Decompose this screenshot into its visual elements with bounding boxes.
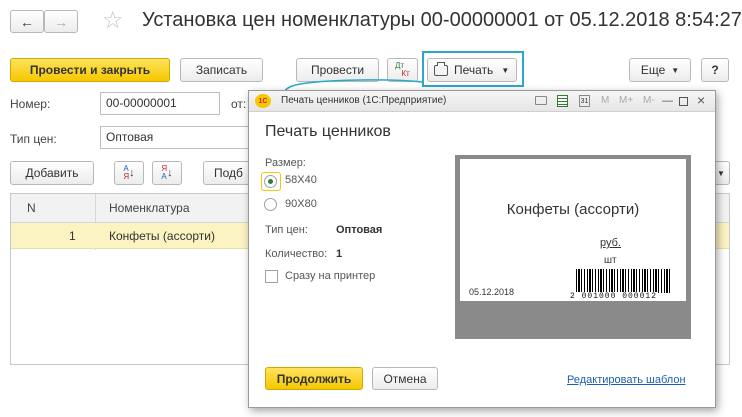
tag-unit: шт [604, 255, 617, 266]
quantity-value: 1 [336, 248, 343, 260]
close-icon[interactable]: × [697, 92, 705, 108]
arrow-left-icon: ← [20, 13, 34, 30]
column-header-nomenclature[interactable]: Номенклатура [109, 201, 190, 215]
row-nomenclature: Конфеты (ассорти) [109, 229, 215, 243]
post-and-close-button[interactable]: Провести и закрыть [10, 58, 170, 82]
size-label: Размер: [265, 157, 306, 169]
forward-button[interactable]: → [44, 10, 78, 33]
help-button[interactable]: ? [701, 58, 729, 82]
dialog-price-type-label: Тип цен: [265, 224, 308, 236]
post-and-close-label: Провести и закрыть [29, 63, 151, 77]
printer-icon [434, 61, 448, 76]
dialog-price-type-value: Оптовая [336, 224, 383, 236]
number-label: Номер: [10, 97, 51, 111]
write-label: Записать [195, 63, 248, 77]
size-option-90x80-label[interactable]: 90X80 [285, 198, 317, 210]
quantity-label: Количество: [265, 248, 328, 260]
print-icon[interactable] [535, 96, 547, 105]
direct-print-label[interactable]: Сразу на принтер [285, 270, 375, 282]
add-label: Добавить [25, 166, 79, 180]
dialog-titlebar[interactable]: 1С Печать ценников (1С:Предприятие) 31 M… [249, 91, 715, 112]
cancel-label: Отмена [383, 371, 427, 386]
number-field[interactable]: 00-00000001 [100, 92, 220, 115]
continue-button[interactable]: Продолжить [265, 367, 363, 390]
help-label: ? [711, 63, 719, 77]
sort-asc-button[interactable]: А Я ↓ [114, 161, 144, 185]
sort-asc-icon: А Я ↓ [123, 164, 135, 181]
sort-desc-button[interactable]: Я А ↓ [152, 161, 182, 185]
sort-desc-icon: Я А ↓ [161, 164, 173, 181]
back-button[interactable]: ← [10, 10, 44, 33]
continue-label: Продолжить [276, 371, 352, 386]
tag-product-name: Конфеты (ассорти) [506, 201, 640, 218]
minimize-icon[interactable]: — [662, 95, 673, 107]
print-button[interactable]: Печать ▼ [427, 58, 517, 82]
direct-print-checkbox[interactable] [265, 270, 278, 283]
calendar-icon[interactable]: 31 [579, 95, 590, 107]
write-button[interactable]: Записать [180, 58, 263, 82]
dialog-heading: Печать ценников [265, 123, 391, 140]
memory-minus-icon[interactable]: M- [643, 95, 655, 106]
print-label: Печать [454, 63, 494, 77]
dialog-window-title: Печать ценников (1С:Предприятие) [281, 95, 447, 106]
date-label: от: [231, 97, 247, 111]
cancel-button[interactable]: Отмена [372, 367, 438, 390]
barcode-icon [576, 269, 670, 293]
window-title: Установка цен номенклатуры 00-00000001 о… [142, 9, 742, 31]
column-header-n[interactable]: N [27, 201, 36, 215]
size-radio-90x80[interactable] [264, 198, 277, 211]
pick-label: Подб [214, 166, 243, 180]
spreadsheet-icon[interactable] [557, 95, 568, 107]
maximize-icon[interactable] [679, 97, 688, 106]
favorite-star-icon[interactable]: ☆ [102, 6, 124, 35]
row-number: 1 [69, 229, 76, 243]
more-label: Еще [640, 63, 666, 77]
barcode-text: 2 001000 000012 [570, 292, 658, 301]
memory-icon[interactable]: M [601, 95, 609, 106]
arrow-right-icon: → [54, 13, 68, 30]
size-option-58x40-label[interactable]: 58X40 [285, 174, 317, 186]
chevron-down-icon: ▼ [717, 168, 725, 178]
chevron-down-icon: ▼ [501, 65, 510, 75]
tag-date: 05.12.2018 [469, 287, 515, 297]
add-button[interactable]: Добавить [10, 161, 94, 185]
1c-logo-icon: 1С [255, 94, 271, 108]
more-button[interactable]: Еще ▼ [629, 58, 691, 82]
post-label: Провести [310, 63, 365, 77]
label-preview: Конфеты (ассорти) руб. шт 05.12.2018 2 0… [455, 155, 691, 339]
memory-plus-icon[interactable]: M+ [619, 95, 633, 106]
price-type-label: Тип цен: [10, 132, 57, 146]
price-tag: Конфеты (ассорти) руб. шт 05.12.2018 2 0… [460, 159, 686, 301]
edit-template-link[interactable]: Редактировать шаблон [567, 374, 686, 386]
kt-icon-text: Кт [401, 69, 410, 78]
print-price-tags-dialog: 1С Печать ценников (1С:Предприятие) 31 M… [248, 90, 716, 408]
tag-currency: руб. [600, 237, 621, 249]
chevron-down-icon: ▼ [671, 65, 680, 75]
size-radio-58x40[interactable] [264, 175, 277, 188]
price-type-field[interactable]: Оптовая [100, 126, 250, 149]
